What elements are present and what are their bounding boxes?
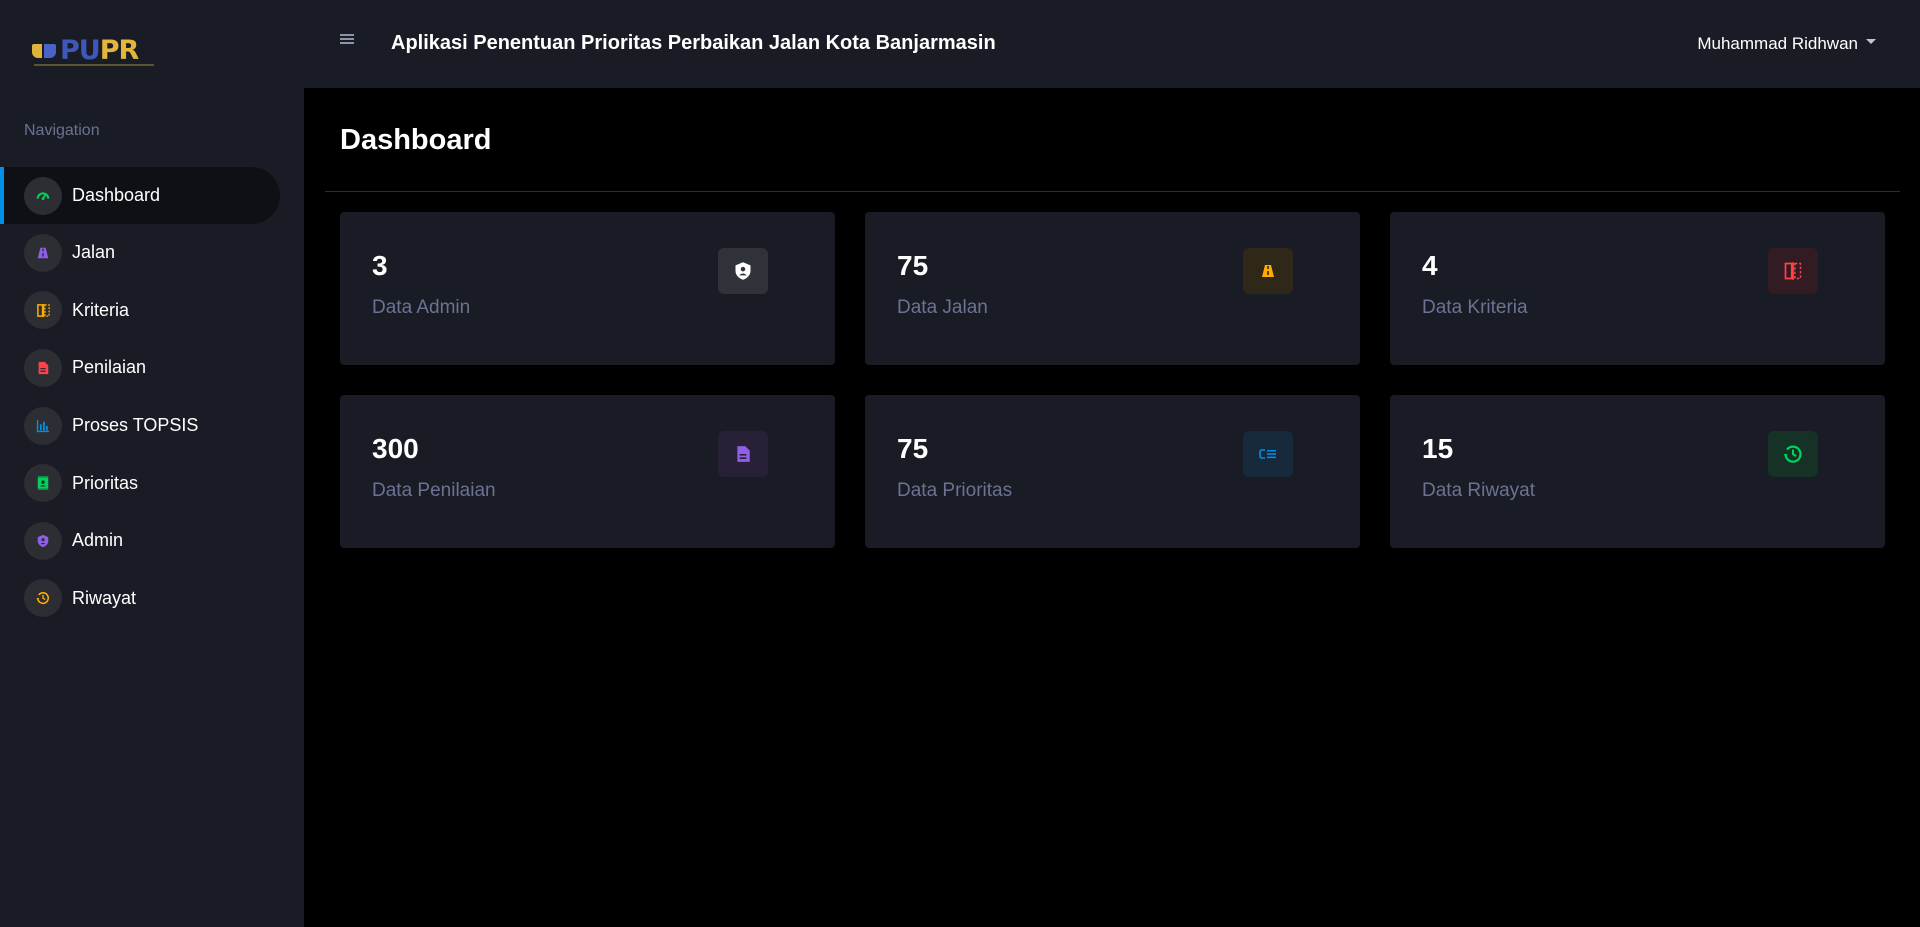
sidebar-item-proses-topsis[interactable]: Proses TOPSIS xyxy=(0,397,304,455)
road-icon xyxy=(1243,248,1293,294)
stat-value: 15 xyxy=(1422,433,1454,464)
stat-label: Data Riwayat xyxy=(1422,480,1535,501)
format-list-icon xyxy=(1243,431,1293,477)
sidebar-item-penilaian[interactable]: Penilaian xyxy=(0,339,304,397)
stat-value: 4 xyxy=(1422,250,1438,281)
stat-card-jalan[interactable]: 75 Data Jalan xyxy=(865,212,1360,365)
sidebar-item-admin[interactable]: Admin xyxy=(0,512,304,570)
sidebar-item-label: Admin xyxy=(72,530,124,551)
sidebar-item-prioritas[interactable]: Prioritas xyxy=(0,454,304,512)
user-name: Muhammad Ridhwan xyxy=(1697,34,1858,53)
page-title: Dashboard xyxy=(340,124,492,156)
stat-label: Data Kriteria xyxy=(1422,297,1528,318)
logo-text: PUPR xyxy=(60,35,139,66)
stat-value: 300 xyxy=(372,433,419,464)
stat-label: Data Prioritas xyxy=(897,480,1013,501)
sidebar-item-label: Proses TOPSIS xyxy=(72,415,199,436)
stat-value: 75 xyxy=(897,433,929,464)
stat-value: 75 xyxy=(897,250,929,281)
file-document-icon xyxy=(718,431,768,477)
stat-label: Data Penilaian xyxy=(372,480,496,501)
app-title: Aplikasi Penentuan Prioritas Perbaikan J… xyxy=(391,32,996,54)
page-title-divider xyxy=(325,191,1900,192)
sidebar-item-dashboard[interactable]: Dashboard xyxy=(0,167,280,224)
nav-list: Dashboard Jalan Kriteria Penilaian Prose… xyxy=(0,167,304,627)
compare-icon xyxy=(1768,248,1818,294)
stat-label: Data Admin xyxy=(372,297,471,318)
sidebar-item-label: Riwayat xyxy=(72,587,137,608)
compare-icon xyxy=(24,291,62,330)
history-icon xyxy=(1768,431,1818,477)
stat-label: Data Jalan xyxy=(897,297,988,318)
pupr-logo-mark xyxy=(32,40,58,62)
chevron-down-icon xyxy=(1866,38,1876,44)
stat-card-admin[interactable]: 3 Data Admin xyxy=(340,212,835,365)
speedometer-icon xyxy=(24,176,62,215)
stat-card-riwayat[interactable]: 15 Data Riwayat xyxy=(1390,395,1885,548)
road-icon xyxy=(24,233,62,272)
stat-card-kriteria[interactable]: 4 Data Kriteria xyxy=(1390,212,1885,365)
sidebar-item-label: Kriteria xyxy=(72,299,130,320)
nav-caption: Navigation xyxy=(24,122,100,139)
sidebar: PUPR Navigation Dashboard Jalan Kriteria xyxy=(0,0,304,927)
stat-card-prioritas[interactable]: 75 Data Prioritas xyxy=(865,395,1360,548)
sidebar-item-kriteria[interactable]: Kriteria xyxy=(0,282,304,340)
sidebar-item-label: Jalan xyxy=(72,242,116,263)
account-shield-icon xyxy=(718,248,768,294)
contacts-icon xyxy=(24,464,62,503)
sidebar-item-riwayat[interactable]: Riwayat xyxy=(0,570,304,628)
history-icon xyxy=(24,579,62,618)
sidebar-item-jalan[interactable]: Jalan xyxy=(0,224,304,282)
sidebar-item-label: Dashboard xyxy=(72,185,161,205)
chart-bar-icon xyxy=(24,406,62,445)
menu-toggle-icon[interactable] xyxy=(340,34,354,44)
user-menu-dropdown[interactable]: Muhammad Ridhwan xyxy=(1697,34,1876,54)
account-shield-icon xyxy=(24,521,62,560)
sidebar-item-label: Penilaian xyxy=(72,357,147,378)
stat-card-penilaian[interactable]: 300 Data Penilaian xyxy=(340,395,835,548)
file-document-icon xyxy=(24,348,62,387)
stat-value: 3 xyxy=(372,250,388,281)
pupr-logo[interactable]: PUPR xyxy=(32,36,162,66)
sidebar-item-label: Prioritas xyxy=(72,472,139,493)
topbar: Aplikasi Penentuan Prioritas Perbaikan J… xyxy=(304,0,1920,88)
